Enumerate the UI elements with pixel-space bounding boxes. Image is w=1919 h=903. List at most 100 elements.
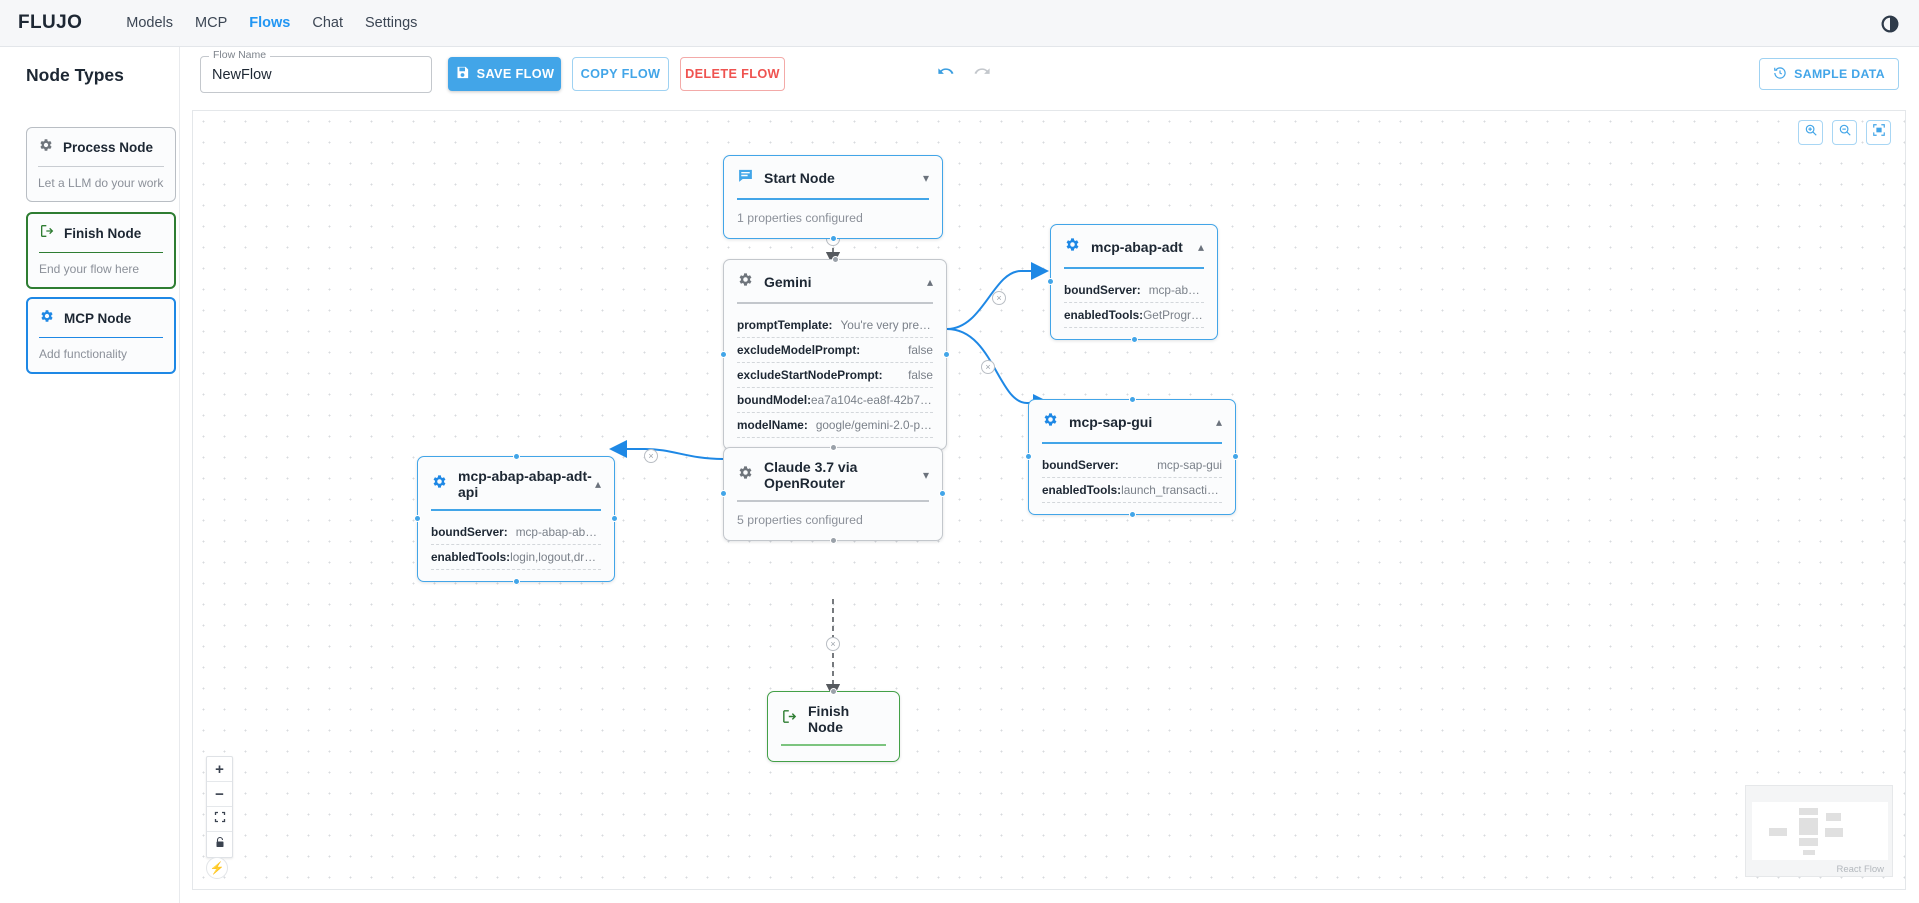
chevron-down-icon[interactable]: ▾ <box>923 172 929 184</box>
chevron-up-icon[interactable]: ▴ <box>927 276 933 288</box>
minimap-node <box>1825 828 1843 837</box>
node-handle-bottom[interactable] <box>1131 336 1138 343</box>
chevron-up-icon[interactable]: ▴ <box>595 478 601 490</box>
flow-node-gemini[interactable]: Gemini ▴ promptTemplate: You're very pre… <box>723 259 947 450</box>
node-handle-bottom[interactable] <box>513 578 520 585</box>
palette-card-mcp-node[interactable]: MCP Node Add functionality <box>26 297 176 374</box>
fit-screen-icon <box>1872 123 1886 142</box>
divider <box>38 166 164 167</box>
node-handle-top[interactable] <box>830 444 837 451</box>
node-property-row: boundModel: ea7a104c-ea8f-42b7-8aa4-652d… <box>737 388 933 413</box>
chevron-up-icon[interactable]: ▴ <box>1216 416 1222 428</box>
delete-flow-label: DELETE FLOW <box>685 67 780 81</box>
edge-button[interactable]: × <box>644 449 658 463</box>
fit-screen-button[interactable] <box>1866 120 1891 145</box>
palette-card-header: Finish Node <box>39 223 163 244</box>
palette-card-description: Add functionality <box>39 347 163 361</box>
node-title: mcp-sap-gui <box>1069 414 1152 430</box>
nav-item-chat[interactable]: Chat <box>312 11 343 35</box>
lightning-bolt-icon[interactable]: ⚡ <box>206 857 228 879</box>
nav-item-mcp[interactable]: MCP <box>195 11 227 35</box>
sample-data-label: SAMPLE DATA <box>1794 67 1885 81</box>
exit-icon <box>39 223 55 244</box>
lock-button[interactable] <box>207 832 232 857</box>
node-summary: 5 properties configured <box>737 513 863 527</box>
node-header: Start Node ▾ <box>724 156 942 189</box>
node-handle-right[interactable] <box>939 490 946 497</box>
undo-arrow-icon <box>936 62 955 86</box>
minimap-node <box>1769 828 1787 836</box>
property-key: boundServer: <box>1064 283 1141 297</box>
chevron-down-icon[interactable]: ▾ <box>923 469 929 481</box>
chevron-up-icon[interactable]: ▴ <box>1198 241 1204 253</box>
node-property-row: boundServer: mcp-abap-adt <box>1064 278 1204 303</box>
node-handle-right[interactable] <box>1232 453 1239 460</box>
palette-card-header: MCP Node <box>39 308 163 329</box>
sample-data-button[interactable]: SAMPLE DATA <box>1759 58 1899 90</box>
gear-icon <box>737 464 754 486</box>
node-handle-top[interactable] <box>832 256 839 263</box>
node-property-row: modelName: google/gemini-2.0-pro-exp-02-… <box>737 413 933 438</box>
property-value: GetProgram,GetClass <box>1143 308 1204 322</box>
fit-view-button[interactable] <box>207 807 232 832</box>
property-value: mcp-abap-abap-adt-api <box>516 525 601 539</box>
zoom-out-magnifier-button[interactable] <box>1832 120 1857 145</box>
canvas-controls[interactable]: + − <box>206 756 233 858</box>
property-value: You're very precise with every… <box>840 318 933 332</box>
theme-toggle-icon[interactable] <box>1879 13 1901 35</box>
undo-button[interactable] <box>930 59 960 89</box>
zoom-in-magnifier-button[interactable] <box>1798 120 1823 145</box>
gear-icon <box>38 137 54 158</box>
node-handle-top[interactable] <box>1129 396 1136 403</box>
node-handle-left[interactable] <box>720 490 727 497</box>
edge-button[interactable]: × <box>981 360 995 374</box>
node-body: 5 properties configured <box>724 502 942 540</box>
node-handle-bottom[interactable] <box>830 537 837 544</box>
nav-item-settings[interactable]: Settings <box>365 11 417 35</box>
flow-node-finish[interactable]: Finish Node <box>767 691 900 762</box>
node-handle-top[interactable] <box>513 453 520 460</box>
flow-node-mcp-abap-adt[interactable]: mcp-abap-adt ▴ boundServer: mcp-abap-adt… <box>1050 224 1218 340</box>
node-handle-right[interactable] <box>943 351 950 358</box>
flow-node-mcp-abap-abap-adt-api[interactable]: mcp-abap-abap-adt-api ▴ boundServer: mcp… <box>417 456 615 582</box>
node-header: Claude 3.7 via OpenRouter ▾ <box>724 448 942 491</box>
flow-node-start-node[interactable]: Start Node ▾ 1 properties configured <box>723 155 943 239</box>
redo-button[interactable] <box>967 59 997 89</box>
property-value: login,logout,dropSession,trans… <box>510 550 601 564</box>
message-icon <box>737 167 754 189</box>
node-body <box>768 746 899 761</box>
minimap-node <box>1803 850 1815 855</box>
main-nav: Models MCP Flows Chat Settings <box>126 11 417 35</box>
edge-button[interactable]: × <box>826 637 840 651</box>
flow-node-mcp-sap-gui[interactable]: mcp-sap-gui ▴ boundServer: mcp-sap-gui e… <box>1028 399 1236 515</box>
sidebar-title: Node Types <box>26 65 179 86</box>
node-header: Gemini ▴ <box>724 260 946 293</box>
divider <box>39 337 163 338</box>
property-value: google/gemini-2.0-pro-exp-02-0… <box>816 418 933 432</box>
node-handle-right[interactable] <box>611 515 618 522</box>
node-handle-left[interactable] <box>720 351 727 358</box>
flow-name-input[interactable] <box>200 56 432 93</box>
node-property-row: enabledTools: GetProgram,GetClass <box>1064 303 1204 328</box>
canvas-minimap[interactable]: React Flow <box>1745 785 1893 877</box>
property-value: false <box>908 343 933 357</box>
flow-canvas[interactable]: × × × × × × Start Node ▾ 1 properties co… <box>192 110 1906 890</box>
nav-item-models[interactable]: Models <box>126 11 173 35</box>
save-flow-button[interactable]: SAVE FLOW <box>448 57 561 91</box>
property-key: excludeModelPrompt: <box>737 343 860 357</box>
zoom-in-button[interactable]: + <box>207 757 232 782</box>
node-handle-bottom[interactable] <box>1129 511 1136 518</box>
property-key: boundModel: <box>737 393 811 407</box>
copy-flow-button[interactable]: COPY FLOW <box>572 57 669 91</box>
flow-node-claude-openrouter[interactable]: Claude 3.7 via OpenRouter ▾ 5 properties… <box>723 447 943 541</box>
history-clock-icon <box>1773 66 1787 83</box>
edge-button[interactable]: × <box>992 291 1006 305</box>
palette-card-process-node[interactable]: Process Node Let a LLM do your work <box>26 127 176 202</box>
palette-card-finish-node[interactable]: Finish Node End your flow here <box>26 212 176 289</box>
node-handle-bottom[interactable] <box>830 235 837 242</box>
node-handle-top[interactable] <box>830 688 837 695</box>
property-value: launch_transaction,sap_click,s… <box>1121 483 1222 497</box>
zoom-out-button[interactable]: − <box>207 782 232 807</box>
nav-item-flows[interactable]: Flows <box>249 11 290 35</box>
delete-flow-button[interactable]: DELETE FLOW <box>680 57 785 91</box>
